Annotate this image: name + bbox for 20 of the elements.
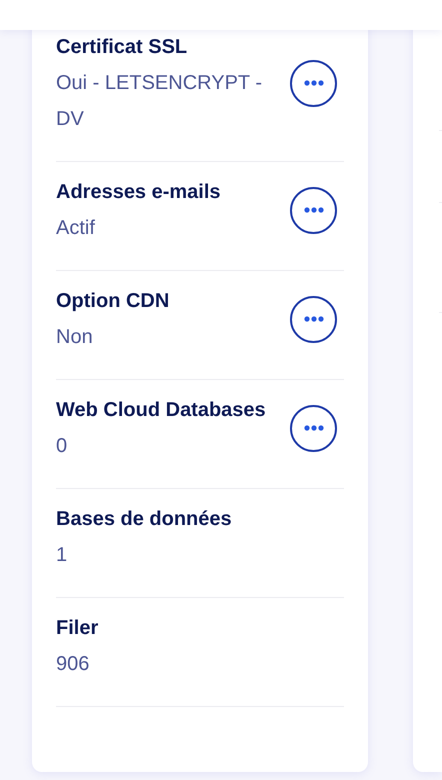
more-icon (304, 207, 324, 213)
item-value: 1 (56, 543, 68, 568)
item-value: 0 (56, 434, 68, 459)
more-icon (304, 316, 324, 322)
more-button[interactable] (290, 404, 337, 452)
item-title: Bases de données (56, 507, 233, 532)
more-button[interactable] (290, 296, 337, 342)
item-title: Adresses e-mails (56, 180, 222, 205)
item-title: Certificat SSL (56, 35, 188, 60)
item-title: Web Cloud Databases (56, 398, 267, 423)
more-button[interactable] (290, 60, 337, 106)
item-value: Oui - LETSENCRYPT - DV (56, 71, 263, 132)
more-icon (304, 425, 324, 431)
more-button[interactable] (290, 186, 337, 234)
item-title: Filer (56, 616, 100, 641)
more-icon (304, 80, 324, 86)
item-value: Actif (56, 216, 96, 241)
item-value: 906 (56, 652, 90, 677)
item-value: Non (56, 325, 94, 350)
item-title: Option CDN (56, 289, 170, 314)
